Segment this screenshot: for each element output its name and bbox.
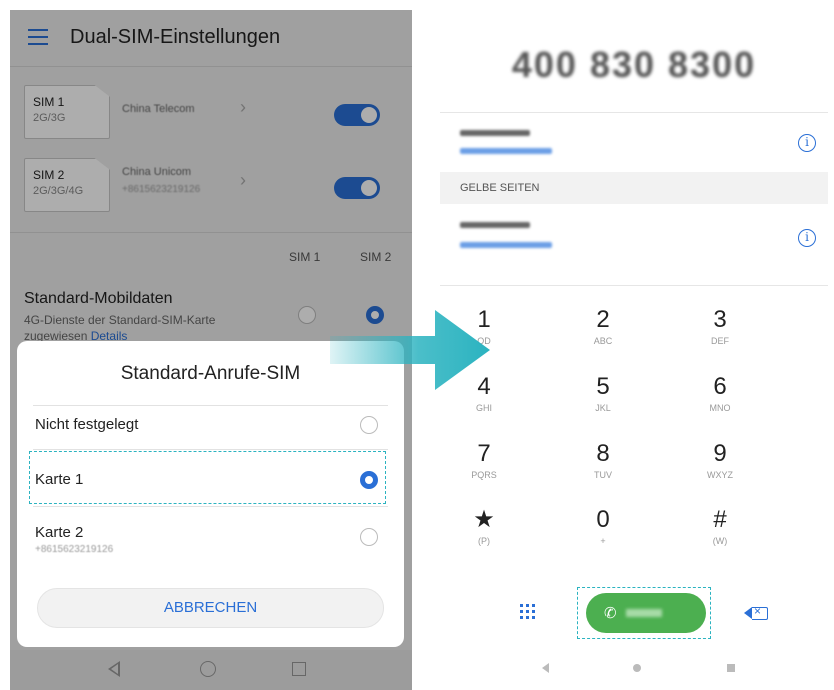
dial-key[interactable]: 6 MNO	[665, 373, 775, 413]
dialer-screen: 400 830 8300 i GELBE SEITEN i 1 QD 2 ABC 3 DE…	[440, 10, 828, 690]
menu-icon[interactable]	[28, 29, 48, 45]
column-header-sim1: SIM 1	[289, 250, 321, 264]
key-letters: DEF	[711, 336, 729, 346]
section-title: GELBE SEITEN	[460, 182, 540, 194]
option-label: Nicht festgelegt	[35, 416, 139, 433]
info-icon[interactable]: i	[798, 229, 816, 247]
divider	[33, 449, 388, 450]
key-digit: 3	[713, 306, 727, 333]
divider	[33, 506, 388, 507]
key-digit: 9	[713, 440, 727, 467]
sim-name: SIM 2	[33, 168, 65, 182]
match-number	[460, 242, 552, 248]
option-radio[interactable]	[360, 416, 378, 434]
key-letters: JKL	[595, 403, 611, 413]
info-icon[interactable]: i	[798, 134, 816, 152]
arrow-right-icon	[330, 310, 490, 390]
dialpad-toggle-icon[interactable]	[520, 604, 538, 622]
recent-apps-icon[interactable]	[727, 664, 735, 672]
key-digit: 5	[596, 373, 610, 400]
divider	[440, 112, 828, 113]
dial-key[interactable]: 9 WXYZ	[665, 440, 775, 480]
column-header-sim2: SIM 2	[360, 250, 392, 264]
sim1-toggle[interactable]	[334, 104, 380, 126]
dial-key[interactable]: 5 JKL	[548, 373, 658, 413]
page-title: Dual-SIM-Einstellungen	[70, 26, 281, 48]
backspace-icon[interactable]	[744, 604, 768, 620]
dial-key[interactable]: # (W)	[665, 506, 775, 546]
highlight-box	[29, 451, 386, 504]
sim-carrier: China Unicom	[122, 166, 192, 178]
recent-apps-icon[interactable]	[292, 662, 306, 676]
divider	[10, 66, 412, 67]
match-name	[460, 222, 530, 228]
sim-card-icon: SIM 1 2G/3G	[24, 85, 110, 139]
key-digit: 0	[596, 506, 610, 533]
key-letters: (W)	[712, 536, 728, 546]
chevron-right-icon: ›	[240, 97, 246, 117]
key-digit: #	[713, 506, 727, 533]
back-icon[interactable]	[542, 663, 549, 673]
dial-key[interactable]: 7 PQRS	[440, 440, 539, 480]
sim-card-icon: SIM 2 2G/3G/4G	[24, 158, 110, 212]
key-digit: ★	[473, 506, 495, 533]
cancel-button[interactable]: ABBRECHEN	[37, 588, 384, 628]
sim-name: SIM 1	[33, 95, 65, 109]
key-letters: GHI	[475, 403, 492, 413]
match-name	[460, 130, 530, 136]
key-letters: WXYZ	[707, 470, 733, 480]
mobile-data-title: Standard-Mobildaten	[24, 290, 173, 307]
option-number: +8615623219126	[35, 544, 114, 555]
dial-key[interactable]: ★ (P)	[440, 506, 539, 546]
header: Dual-SIM-Einstellungen	[10, 10, 412, 66]
key-letters: MNO	[709, 403, 731, 413]
highlight-box	[577, 587, 711, 639]
dial-key[interactable]: 8 TUV	[548, 440, 658, 480]
dialed-number: 400 830 8300	[511, 44, 757, 85]
mobile-data-sim1-radio[interactable]	[298, 306, 316, 324]
sim-type: 2G/3G/4G	[33, 185, 84, 197]
match-number	[460, 148, 552, 154]
chevron-right-icon: ›	[240, 170, 246, 190]
mobile-data-subtitle: 4G-Dienste der Standard-SIM-Karte zugewi…	[24, 312, 254, 344]
dial-key[interactable]: 3 DEF	[665, 306, 775, 346]
section-header: GELBE SEITEN	[440, 172, 828, 204]
home-icon[interactable]	[633, 664, 641, 672]
key-letters: ABC	[593, 336, 613, 346]
divider	[10, 232, 412, 233]
home-icon[interactable]	[200, 661, 216, 677]
sim2-toggle[interactable]	[334, 177, 380, 199]
dial-key[interactable]: 2 ABC	[548, 306, 658, 346]
navigation-bar	[440, 650, 828, 690]
key-digit: 8	[596, 440, 610, 467]
back-icon[interactable]	[108, 661, 120, 677]
key-letters: (P)	[478, 536, 490, 546]
divider	[440, 285, 828, 286]
sim-number: +8615623219126	[122, 184, 201, 195]
key-letters: +	[600, 536, 606, 546]
key-digit: 6	[713, 373, 727, 400]
key-digit: 7	[477, 440, 491, 467]
option-label: Karte 2	[35, 524, 84, 541]
option-radio[interactable]	[360, 528, 378, 546]
dial-key[interactable]: 0 +	[548, 506, 658, 546]
key-letters: PQRS	[471, 470, 497, 480]
sim-carrier: China Telecom	[122, 103, 195, 115]
key-letters: TUV	[594, 470, 612, 480]
navigation-bar	[10, 650, 412, 690]
divider	[33, 405, 388, 406]
sim-type: 2G/3G	[33, 112, 66, 124]
key-digit: 2	[596, 306, 610, 333]
